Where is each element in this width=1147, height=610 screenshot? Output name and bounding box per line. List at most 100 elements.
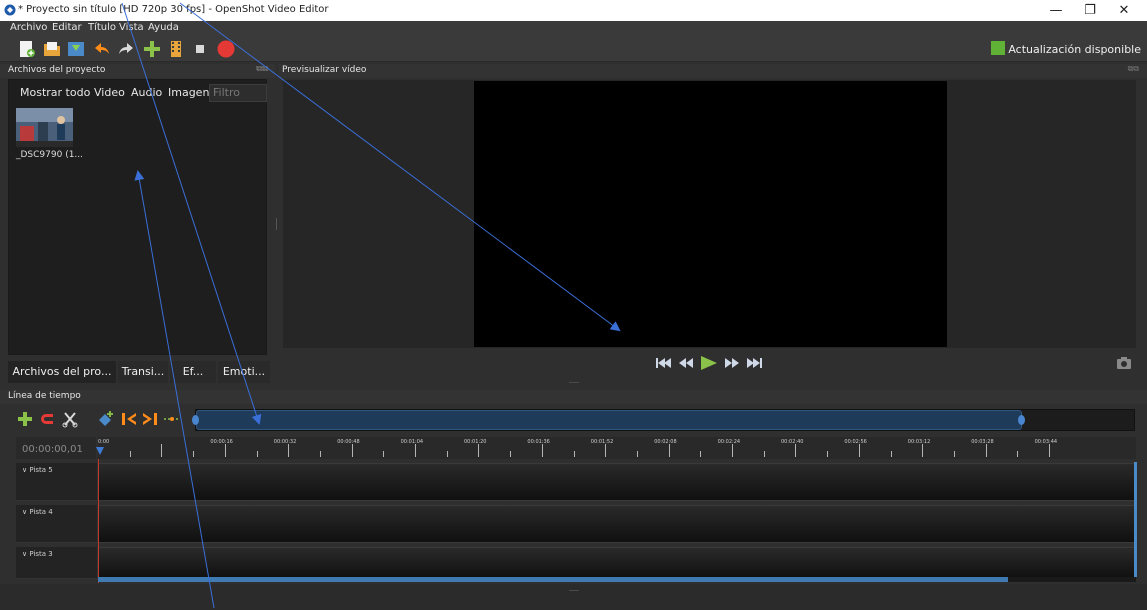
zoom-right-handle[interactable] <box>1018 415 1025 425</box>
panel-splitter-handle[interactable] <box>569 382 579 383</box>
snap-icon[interactable] <box>39 410 57 428</box>
ruler-tick <box>193 451 195 457</box>
track-lane[interactable] <box>98 463 1136 501</box>
save-project-icon[interactable] <box>66 39 86 59</box>
track-lane[interactable] <box>98 505 1136 543</box>
dock-tab-bar: Archivos del pro... Transi... Ef... Emot… <box>8 361 278 383</box>
minimize-button[interactable]: — <box>1039 2 1073 19</box>
track-row[interactable]: ∨ Pista 3 <box>16 547 1136 579</box>
rewind-icon[interactable] <box>679 358 693 368</box>
ruler-tick <box>541 444 543 457</box>
track-lane[interactable] <box>98 547 1136 579</box>
track-row[interactable]: ∨ Pista 4 <box>16 505 1136 543</box>
ruler-tick <box>383 451 385 457</box>
export-video-icon[interactable] <box>216 39 236 59</box>
undo-icon[interactable] <box>92 39 112 59</box>
center-timeline-icon[interactable] <box>163 410 181 428</box>
ruler-time-label: 00:02:08 <box>654 439 677 445</box>
filter-show-all[interactable]: Mostrar todo <box>20 86 90 99</box>
add-track-icon[interactable] <box>16 410 34 428</box>
menu-editar[interactable]: Editar <box>52 22 82 33</box>
dock-float-icon[interactable]: ⧉⧉ <box>257 64 268 74</box>
filter-image[interactable]: Imagen <box>168 86 209 99</box>
dock-float-icon[interactable]: ⧉⧉ <box>1128 64 1139 74</box>
next-marker-icon[interactable] <box>141 410 159 428</box>
add-marker-icon[interactable] <box>97 410 115 428</box>
filter-input[interactable]: Filtro <box>209 84 267 102</box>
playhead-line <box>98 459 99 583</box>
timeline-vertical-scrollbar[interactable] <box>1134 462 1137 577</box>
ruler-tick <box>763 451 765 457</box>
track-name: ∨ Pista 5 <box>22 466 53 474</box>
filter-video[interactable]: Video <box>94 86 125 99</box>
ruler-tick <box>129 451 131 457</box>
jump-start-icon[interactable] <box>656 358 671 368</box>
tab-effects[interactable]: Ef... <box>170 361 216 383</box>
ruler-time-label: 00:00:16 <box>210 439 233 445</box>
restore-button[interactable]: ❐ <box>1073 2 1107 19</box>
timeline-zoom-slider[interactable] <box>196 410 1022 430</box>
choose-profile-icon[interactable] <box>166 39 186 59</box>
ruler-time-label: 00:01:20 <box>464 439 487 445</box>
razor-icon[interactable] <box>61 410 79 428</box>
playhead-marker[interactable] <box>96 447 104 455</box>
track-header[interactable]: ∨ Pista 4 <box>16 505 98 543</box>
menu-vista[interactable]: Vista <box>119 22 144 33</box>
ruler-tick <box>510 451 512 457</box>
new-project-icon[interactable] <box>17 39 37 59</box>
track-name: ∨ Pista 4 <box>22 508 53 516</box>
menu-ayuda[interactable]: Ayuda <box>148 22 179 33</box>
menu-titulo[interactable]: Título <box>88 22 116 33</box>
fullscreen-icon[interactable] <box>190 39 210 59</box>
ruler-tick <box>636 451 638 457</box>
panel-splitter-handle[interactable] <box>276 218 277 230</box>
tab-project-files[interactable]: Archivos del pro... <box>8 361 116 383</box>
import-files-icon[interactable] <box>142 39 162 59</box>
current-time-display: 00:00:00,01 <box>16 437 96 459</box>
video-preview-canvas[interactable] <box>474 81 947 347</box>
ruler-time-label: 00:03:12 <box>907 439 931 445</box>
ruler-tick <box>319 451 321 457</box>
track-header[interactable]: ∨ Pista 5 <box>16 463 98 501</box>
tab-transitions[interactable]: Transi... <box>118 361 168 383</box>
ruler-tick <box>288 444 290 457</box>
ruler-tick <box>858 444 860 457</box>
play-icon[interactable] <box>701 356 717 370</box>
openshot-app-icon <box>4 4 16 16</box>
ruler-tick <box>922 444 924 457</box>
ruler-time-label: 00:00:32 <box>273 439 297 445</box>
video-thumbnail-image <box>16 108 73 147</box>
fast-forward-icon[interactable] <box>725 358 739 368</box>
tab-emojis[interactable]: Emoti... <box>218 361 270 383</box>
panel-splitter-handle[interactable] <box>569 590 579 591</box>
zoom-left-handle[interactable] <box>192 415 199 425</box>
ruler-time-label: 00:03:28 <box>971 439 994 445</box>
menu-archivo[interactable]: Archivo <box>10 22 47 33</box>
ruler-tick <box>161 444 163 457</box>
ruler-time-label: 00:01:52 <box>590 439 614 445</box>
ruler-tick <box>1049 444 1050 457</box>
ruler-tick <box>446 451 448 457</box>
ruler-tick <box>700 451 702 457</box>
ruler-tick <box>890 451 892 457</box>
update-available-button[interactable]: Actualización disponible <box>991 41 1141 58</box>
ruler-time-label: 0:00 <box>98 439 110 445</box>
file-thumbnail[interactable] <box>16 108 73 147</box>
previous-marker-icon[interactable] <box>120 410 138 428</box>
file-filter-bar: Mostrar todo Video Audio Imagen Filtro <box>8 84 267 103</box>
timeline-scroll-thumb[interactable] <box>98 577 1008 582</box>
track-row[interactable]: ∨ Pista 5 <box>16 463 1136 501</box>
ruler-tick <box>732 444 733 457</box>
redo-icon[interactable] <box>116 39 136 59</box>
filter-audio[interactable]: Audio <box>131 86 162 99</box>
close-button[interactable]: ✕ <box>1107 2 1141 19</box>
ruler-tick <box>224 444 226 457</box>
ruler-tick <box>478 444 480 457</box>
open-project-icon[interactable] <box>42 39 62 59</box>
jump-end-icon[interactable] <box>747 358 762 368</box>
track-header[interactable]: ∨ Pista 3 <box>16 547 98 579</box>
ruler-time-label: 00:01:36 <box>527 439 550 445</box>
camera-icon[interactable] <box>1117 357 1131 369</box>
ruler-time-label: 00:03:44 <box>1034 439 1058 445</box>
ruler-tick <box>827 451 829 457</box>
